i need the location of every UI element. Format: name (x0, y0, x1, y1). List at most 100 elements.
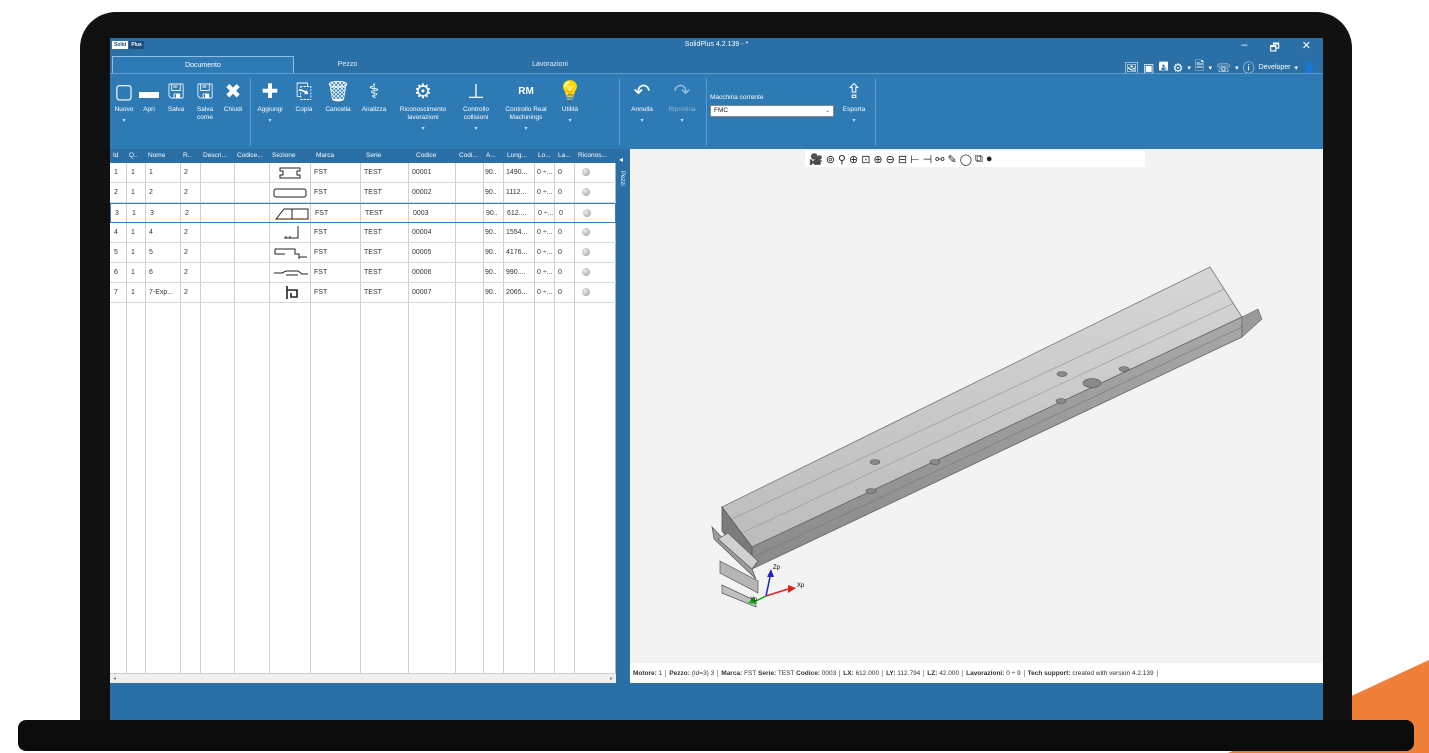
table-row[interactable]: 1 1 1 2 FST TEST 00001 90.. 1490... 0 ÷.… (110, 163, 616, 183)
current-machine-label: Macchina corrente (710, 94, 764, 101)
plus-icon: ✚ (261, 81, 279, 103)
z-axis-label: Zp (773, 565, 781, 571)
column-header[interactable]: Sezione (272, 152, 296, 159)
ribbon-separator (619, 78, 620, 146)
add-button[interactable]: ✚ Aggiungi ▾ (253, 80, 287, 124)
gear-dropdown-icon[interactable]: ▾ (1187, 64, 1191, 72)
column-header[interactable]: Id (113, 152, 118, 159)
chevron-down-icon[interactable]: ▾ (253, 117, 287, 124)
status-lx: LX: 612.000 (840, 669, 884, 677)
export-icon: ⇪ (845, 81, 863, 103)
column-header[interactable]: R.. (183, 152, 191, 159)
pieces-panel-label: Pezzi (619, 171, 625, 186)
ribbon-separator (706, 78, 707, 146)
redo-icon: ↷ (673, 81, 691, 103)
save-button[interactable]: 🖫 Salva (163, 80, 189, 114)
column-header[interactable]: Codi... (459, 152, 478, 159)
section-profile-icon (273, 188, 307, 198)
3d-viewport[interactable]: 🎥 ⊚ ⚲ ⊕ ⊡ ⊕ ⊖ ⊟ ⊢ ⊣ ⚯ ✎ ◯ ⧉ ● Xp Zp Yp (630, 149, 1323, 663)
stethoscope-icon: ⚕ (368, 81, 380, 103)
chevron-left-icon[interactable]: ◂ (619, 155, 623, 164)
status-dot-icon (582, 228, 590, 236)
undo-button[interactable]: ↶ Annulla ▾ (624, 80, 660, 124)
table-row[interactable]: 7 1 7-Exp... 2 FST TEST 00007 90.. 2065.… (110, 283, 616, 303)
table-row[interactable]: 6 1 6 2 FST TEST 00006 90.. 990.... 0 ÷.… (110, 263, 616, 283)
chevron-down-icon[interactable]: ▾ (662, 117, 702, 124)
status-ly: LY: 112.794 (883, 669, 925, 677)
scroll-right-icon[interactable]: ▸ (610, 675, 613, 682)
utility-button[interactable]: 💡 Utilità ▾ (556, 80, 584, 124)
support-dropdown-icon[interactable]: ▾ (1235, 64, 1239, 72)
column-header[interactable]: La... (558, 152, 571, 159)
3d-profile-model[interactable]: Xp Zp Yp (630, 149, 1323, 663)
chevron-down-icon[interactable]: ▾ (498, 125, 554, 132)
table-row[interactable]: 2 1 2 2 FST TEST 00002 90.. 1112... 0 ÷.… (110, 183, 616, 203)
new-button[interactable]: ▢ Nuovo ▾ (113, 80, 135, 124)
y-axis-label: Yp (750, 597, 758, 603)
chevron-down-icon[interactable]: ▾ (113, 117, 135, 124)
status-dot-icon (582, 248, 590, 256)
tab-lavorazioni[interactable]: Lavorazioni (500, 56, 600, 73)
open-button[interactable]: ▬ Apri (138, 80, 160, 114)
window-title: SolidPlus 4.2.139 - * (684, 41, 749, 48)
chevron-down-icon[interactable]: ▾ (838, 117, 870, 124)
user-dropdown-icon[interactable]: ▾ (1295, 64, 1299, 72)
folder-icon: ▬ (139, 81, 159, 103)
analyze-button[interactable]: ⚕ Analizza (357, 80, 391, 114)
column-header[interactable]: Lung... (507, 152, 527, 159)
parts-table: Id Q.. Nome R.. Descri... Codice... Sezi… (110, 149, 616, 683)
table-row[interactable]: 3 1 3 2 FST TEST 0003 90.. 612.... 0 ÷..… (110, 203, 616, 223)
recognition-button[interactable]: ⚙ Riconoscimento lavorazioni ▾ (392, 80, 454, 132)
save-as-icon: 🖫 (196, 81, 214, 103)
table-row[interactable]: 5 1 5 2 FST TEST 00005 90.. 4176... 0 ÷.… (110, 243, 616, 263)
delete-button[interactable]: 🗑 Cancella (321, 80, 355, 114)
tab-documento[interactable]: Documento (112, 56, 294, 73)
x-axis-label: Xp (797, 583, 805, 589)
export-button[interactable]: ⇪ Esporta ▾ (838, 80, 870, 124)
tab-pezzo[interactable]: Pezzo (310, 56, 385, 73)
section-profile-icon (286, 286, 298, 299)
bottom-strip (110, 683, 1323, 720)
chevron-down-icon[interactable]: ▾ (392, 125, 454, 132)
pieces-panel-toggle[interactable]: ◂ Pezzi (616, 149, 630, 683)
section-profile-icon (284, 226, 299, 239)
column-header[interactable]: A... (486, 152, 496, 159)
status-lavorazioni: Lavorazioni: 0 ÷ 9 (963, 669, 1025, 677)
copy-button[interactable]: ⎘ Copia (291, 80, 317, 114)
close-document-button[interactable]: ✖ Chiudi (220, 80, 246, 114)
save-icon: 🖫 (167, 81, 185, 103)
column-header[interactable]: Codice... (237, 152, 263, 159)
chevron-down-icon[interactable]: ▾ (455, 125, 497, 132)
app-window: Solid Plus SolidPlus 4.2.139 - * – 🗗 ✕ Do… (110, 38, 1323, 720)
status-dot-icon (583, 209, 591, 217)
chevron-down-icon[interactable]: ▾ (556, 117, 584, 124)
column-header[interactable]: Descri... (203, 152, 227, 159)
current-machine-select[interactable]: FMC ⌄ (710, 105, 834, 117)
laptop-base (18, 720, 1414, 751)
user-name[interactable]: Developer (1259, 64, 1291, 71)
title-bar: Solid Plus SolidPlus 4.2.139 - * – 🗗 ✕ (110, 38, 1323, 56)
real-machinings-icon: RM (518, 86, 534, 97)
column-header[interactable]: Codice (416, 152, 436, 159)
table-row[interactable]: 4 1 4 2 FST TEST 00004 90.. 1554... 0 ÷.… (110, 223, 616, 243)
section-profile-icon (274, 208, 309, 220)
status-pezzo: Pezzo: (Id=3) 3 (666, 669, 719, 677)
new-document-icon: ▢ (114, 81, 134, 103)
column-header[interactable]: Nome (148, 152, 165, 159)
redo-button[interactable]: ↷ Ripristina ▾ (662, 80, 702, 124)
chevron-down-icon[interactable]: ▾ (624, 117, 660, 124)
real-machinings-button[interactable]: RM Controllo Real Machinings ▾ (498, 80, 554, 132)
undo-icon: ↶ (633, 81, 651, 103)
scroll-left-icon[interactable]: ◂ (113, 675, 116, 682)
column-header[interactable]: Lo... (538, 152, 551, 159)
status-dot-icon (582, 168, 590, 176)
column-header[interactable]: Marca (316, 152, 334, 159)
column-header[interactable]: Riconos... (578, 152, 614, 159)
license-dropdown-icon[interactable]: ▾ (1209, 64, 1213, 72)
section-profile-icon (274, 270, 308, 276)
column-header[interactable]: Serie (366, 152, 381, 159)
horizontal-scrollbar[interactable]: ◂ ▸ (110, 673, 616, 683)
save-as-button[interactable]: 🖫 Salva come (193, 80, 217, 122)
column-header[interactable]: Q.. (129, 152, 138, 159)
collision-check-button[interactable]: ⊥ Controllo collisioni ▾ (455, 80, 497, 132)
